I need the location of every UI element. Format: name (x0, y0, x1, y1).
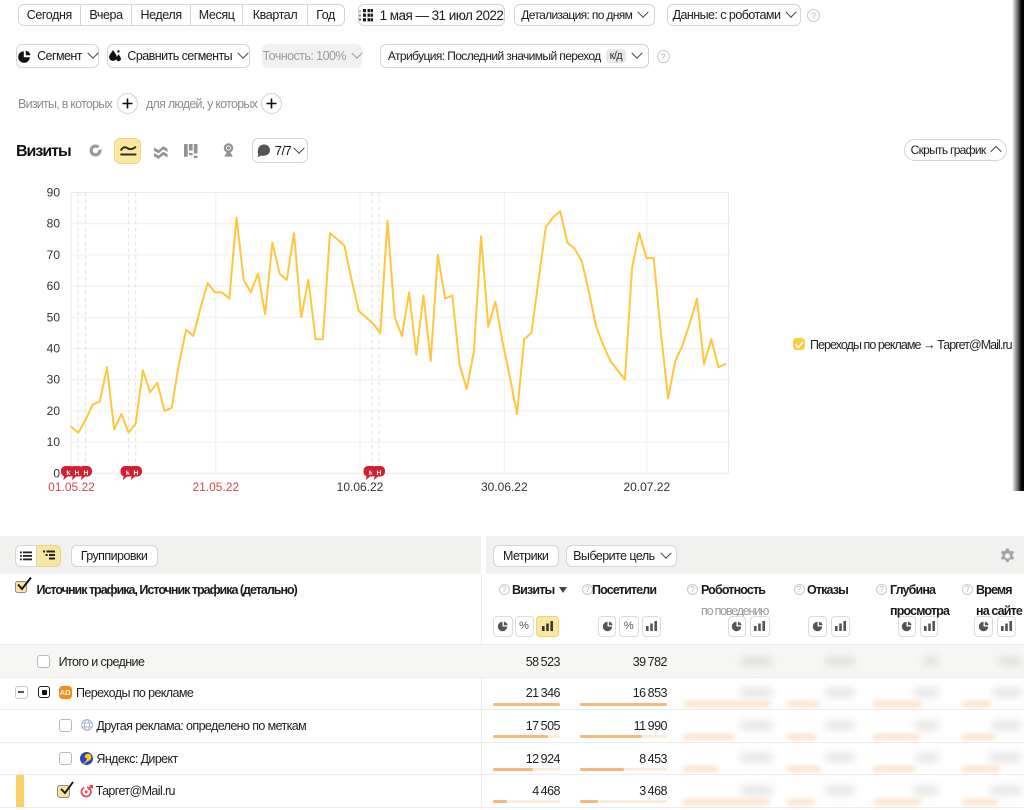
svg-text:60: 60 (47, 279, 61, 293)
svg-text:Н: Н (377, 470, 382, 477)
svg-text:Н: Н (134, 470, 139, 477)
svg-text:70: 70 (47, 248, 61, 262)
svg-text:01.05.22: 01.05.22 (48, 480, 95, 494)
svg-text:50: 50 (47, 310, 61, 324)
svg-text:Н: Н (84, 470, 89, 477)
svg-text:30.06.22: 30.06.22 (481, 480, 528, 494)
svg-text:20: 20 (47, 404, 61, 418)
svg-text:20.07.22: 20.07.22 (623, 480, 670, 494)
svg-text:80: 80 (47, 217, 61, 231)
svg-text:90: 90 (47, 186, 61, 200)
svg-text:10.06.22: 10.06.22 (337, 480, 384, 494)
svg-text:21.05.22: 21.05.22 (192, 480, 239, 494)
svg-text:10: 10 (47, 435, 61, 449)
svg-text:30: 30 (47, 373, 61, 387)
svg-text:40: 40 (47, 342, 61, 356)
svg-text:0: 0 (53, 466, 60, 480)
